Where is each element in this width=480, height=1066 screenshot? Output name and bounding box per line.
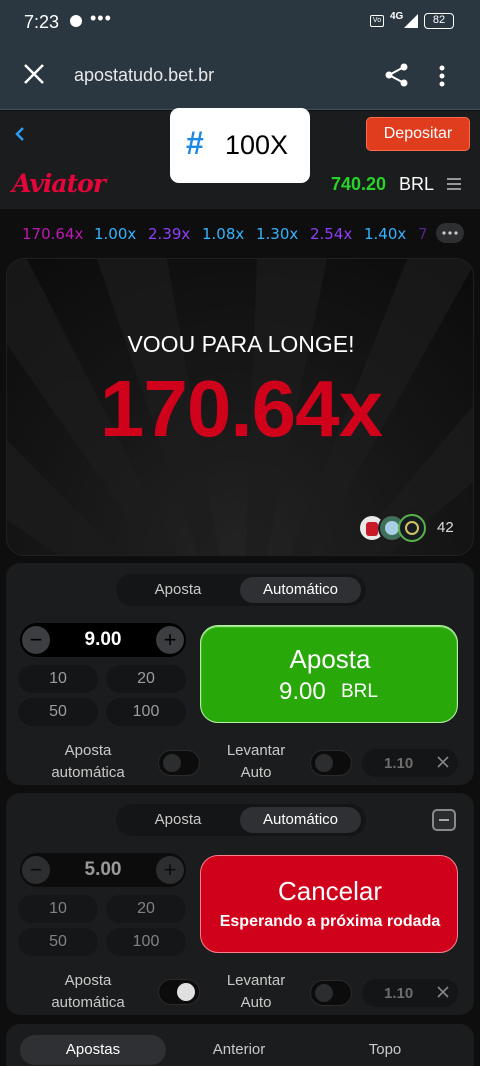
status-bar: 7:23 ••• Vo 4G 82 (0, 0, 480, 44)
history-item[interactable]: 1.00x (94, 225, 136, 243)
auto-bet-toggle[interactable] (158, 979, 200, 1005)
waiting-text: Esperando a próxima rodada (219, 913, 441, 930)
auto-bet-toggle[interactable] (158, 750, 200, 776)
menu-dots-icon[interactable] (438, 64, 446, 88)
quick-amount-button[interactable]: 20 (106, 895, 186, 923)
bet-panel-1: Aposta Automático − 9.00 + 10 20 50 100 … (6, 563, 474, 785)
browser-toolbar: apostatudo.bet.br (0, 44, 480, 110)
flew-away-text: VOOU PARA LONGE! (127, 331, 355, 357)
bet-mode-tabs: Aposta Automático (116, 574, 366, 606)
auto-cashout-toggle[interactable] (310, 750, 352, 776)
share-icon[interactable] (384, 62, 410, 88)
amount-stepper: − 5.00 + (20, 853, 186, 887)
place-bet-currency: BRL (341, 681, 378, 702)
amount-stepper: − 9.00 + (20, 623, 186, 657)
back-icon[interactable] (12, 123, 28, 145)
history-item[interactable]: 1.40x (364, 225, 406, 243)
cashout-value: 1.10 (384, 985, 414, 1002)
place-bet-button[interactable]: Aposta 9.00 BRL (200, 625, 458, 723)
clear-icon[interactable] (436, 755, 450, 769)
balance-value: 740.20 (331, 174, 387, 194)
quick-amount-button[interactable]: 100 (106, 928, 186, 956)
deposit-button[interactable]: Depositar (366, 117, 470, 151)
clear-icon[interactable] (436, 985, 450, 999)
history-more-button[interactable] (436, 223, 464, 243)
auto-bet-label: Aposta automática (51, 972, 125, 1011)
volte-icon: Vo (370, 15, 384, 27)
auto-cashout-label: Levantar Auto (226, 742, 286, 781)
auto-bet-label: Aposta automática (51, 742, 125, 781)
player-count: 42 (437, 519, 454, 536)
hashtag-icon: # (186, 125, 204, 161)
balance-currency: BRL (399, 174, 435, 194)
quick-amount-button[interactable]: 50 (18, 928, 98, 956)
history-item[interactable]: 1.08x (202, 225, 244, 243)
notification-icon (70, 15, 82, 27)
history-item[interactable]: 2.54x (310, 225, 352, 243)
aviator-logo: Aviator (12, 169, 106, 198)
history-item[interactable]: 170.64x (22, 225, 83, 243)
tab-previous[interactable]: Anterior (166, 1035, 312, 1065)
promo-badge: # 100X (170, 108, 310, 183)
network-type: 4G (390, 11, 404, 22)
quick-amount-button[interactable]: 10 (18, 895, 98, 923)
quick-amount-button[interactable]: 50 (18, 698, 98, 726)
history-item[interactable]: 2.39x (148, 225, 190, 243)
close-icon[interactable] (22, 62, 46, 86)
badge-text: 100X (225, 130, 289, 160)
bet-mode-tabs: Aposta Automático (116, 804, 366, 836)
bet-panel-2: Aposta Automático − 5.00 + 10 20 50 100 … (6, 793, 474, 1015)
place-bet-title: Aposta (289, 644, 371, 674)
tab-bets[interactable]: Apostas (20, 1035, 166, 1065)
player-avatars (358, 514, 430, 544)
cashout-value: 1.10 (384, 755, 414, 772)
tab-top[interactable]: Topo (312, 1035, 458, 1065)
quick-amount-button[interactable]: 10 (18, 665, 98, 693)
cancel-title: Cancelar (277, 876, 383, 906)
status-time: 7:23 (24, 12, 60, 32)
tab-bet[interactable]: Aposta (119, 577, 237, 603)
hamburger-icon[interactable] (446, 176, 462, 192)
history-item[interactable]: 1.30x (256, 225, 298, 243)
increase-button[interactable]: + (156, 856, 184, 884)
tab-auto[interactable]: Automático (240, 807, 361, 833)
more-notifications-icon: ••• (90, 8, 112, 28)
url-text[interactable]: apostatudo.bet.br (74, 65, 214, 86)
auto-cashout-toggle[interactable] (310, 980, 352, 1006)
signal-icon (404, 14, 418, 28)
bets-tabs: Apostas Anterior Topo (6, 1024, 474, 1066)
increase-button[interactable]: + (156, 626, 184, 654)
auto-cashout-label: Levantar Auto (226, 972, 286, 1011)
remove-panel-icon[interactable] (432, 809, 456, 831)
cancel-bet-button[interactable]: Cancelar Esperando a próxima rodada (200, 855, 458, 953)
battery-icon: 82 (424, 13, 454, 29)
avatar (398, 514, 426, 542)
round-multiplier: 170.64x (99, 364, 383, 453)
tab-auto[interactable]: Automático (240, 577, 361, 603)
place-bet-amount: 9.00 (279, 678, 326, 705)
game-stage: VOOU PARA LONGE! 170.64x 42 (6, 258, 474, 556)
tab-bet[interactable]: Aposta (119, 807, 237, 833)
quick-amount-button[interactable]: 20 (106, 665, 186, 693)
history-item[interactable]: 7 (418, 225, 428, 243)
quick-amount-button[interactable]: 100 (106, 698, 186, 726)
